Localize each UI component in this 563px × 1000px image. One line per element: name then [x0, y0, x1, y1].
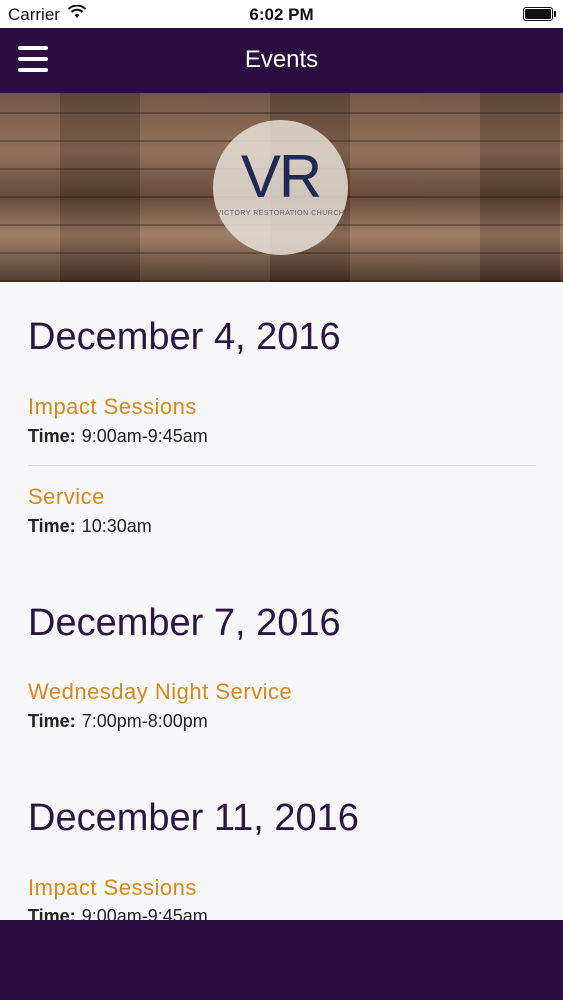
date-header: December 7, 2016	[28, 602, 341, 644]
event-title[interactable]: Impact Sessions	[28, 875, 197, 901]
church-logo: VR VICTORY RESTORATION CHURCH	[213, 120, 348, 255]
time-value: 9:00am-9:45am	[81, 426, 208, 446]
time-label: Time:	[28, 711, 76, 731]
time-label: Time:	[28, 426, 76, 446]
event-time: Time: 7:00pm-8:00pm	[28, 711, 208, 732]
event-time: Time: 10:30am	[28, 516, 152, 537]
date-header: December 11, 2016	[28, 797, 359, 839]
event-time: Time: 9:00am-9:45am	[28, 906, 208, 920]
divider	[28, 465, 536, 466]
date-header: December 4, 2016	[28, 316, 341, 358]
battery-icon	[523, 7, 556, 21]
time-value: 10:30am	[81, 516, 152, 536]
event-title[interactable]: Impact Sessions	[28, 394, 197, 420]
page-title: Events	[244, 46, 319, 73]
event-title[interactable]: Service	[28, 484, 105, 510]
logo-subtitle: VICTORY RESTORATION CHURCH	[216, 210, 345, 217]
time-label: Time:	[28, 516, 76, 536]
event-title[interactable]: Wednesday Night Service	[28, 679, 292, 705]
time-value: 9:00am-9:45am	[81, 906, 208, 920]
nav-bar: Events	[0, 28, 563, 93]
time-label: Time:	[28, 906, 76, 920]
logo-mark: VR	[240, 143, 322, 210]
bottom-bar	[0, 920, 563, 1000]
clock: 6:02 PM	[249, 5, 314, 24]
event-time: Time: 9:00am-9:45am	[28, 426, 208, 447]
time-value: 7:00pm-8:00pm	[81, 711, 208, 731]
events-list[interactable]: December 4, 2016 Impact Sessions Time: 9:…	[0, 282, 563, 920]
header-banner: VR VICTORY RESTORATION CHURCH	[0, 93, 563, 282]
status-bar: Carrier 6:02 PM	[0, 0, 563, 28]
